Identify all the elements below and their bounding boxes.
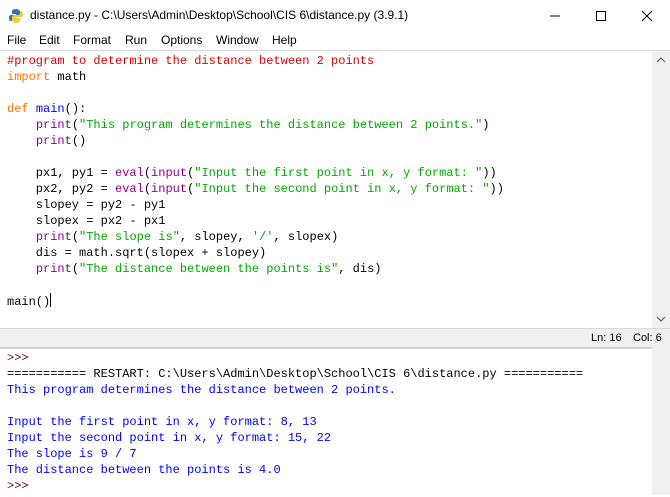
- code-token: px2, py2 =: [7, 182, 116, 196]
- code-token: print: [35, 230, 72, 244]
- code-token: (: [71, 118, 80, 132]
- code-token: import: [7, 70, 51, 84]
- shell-line: >>>: [7, 351, 36, 365]
- text-cursor: [50, 293, 52, 307]
- title-bar[interactable]: distance.py - C:\Users\Admin\Desktop\Sch…: [0, 0, 670, 31]
- code-line: print("The distance between the points i…: [7, 261, 382, 277]
- menu-edit[interactable]: Edit: [39, 33, 60, 47]
- code-token: (): [71, 134, 87, 148]
- menu-format[interactable]: Format: [73, 33, 111, 47]
- close-icon: [641, 10, 653, 22]
- code-token: eval: [115, 166, 144, 180]
- code-editor[interactable]: #program to determine the distance betwe…: [0, 51, 652, 328]
- code-token: print: [35, 134, 72, 148]
- python-idle-icon: [8, 8, 24, 24]
- scroll-up-icon[interactable]: [652, 53, 670, 67]
- code-token: eval: [115, 182, 144, 196]
- code-token: "The slope is": [79, 230, 180, 244]
- close-button[interactable]: [624, 0, 670, 31]
- scroll-down-icon[interactable]: [652, 312, 670, 326]
- code-token: "Input the first point in x, y format: ": [194, 166, 483, 180]
- code-token: , slopex): [273, 230, 339, 244]
- code-line: #program to determine the distance betwe…: [7, 53, 374, 69]
- code-line: def main():: [7, 101, 86, 117]
- code-token: ():: [64, 102, 87, 116]
- code-token: main: [35, 102, 65, 116]
- shell-scrollbar[interactable]: [652, 347, 670, 495]
- maximize-button[interactable]: [578, 0, 624, 31]
- code-token: main(): [7, 295, 51, 309]
- minimize-icon: [550, 15, 560, 17]
- code-token: , slopey,: [179, 230, 252, 244]
- code-line: slopey = py2 - py1: [7, 197, 166, 213]
- menu-file[interactable]: File: [7, 33, 26, 47]
- code-token: dis = math.sqrt(slopex + slopey): [7, 246, 267, 260]
- code-line: main(): [7, 293, 52, 309]
- code-token: slopey = py2 - py1: [7, 198, 166, 212]
- column-number: Col: 6: [633, 332, 662, 344]
- code-token: #program to determine the distance betwe…: [7, 54, 375, 68]
- menu-window[interactable]: Window: [216, 33, 259, 47]
- shell-line: Input the second point in x, y format: 1…: [7, 431, 332, 445]
- code-token: "Input the second point in x, y format: …: [194, 182, 490, 196]
- code-token: math: [50, 70, 87, 84]
- shell-line: The distance between the points is 4.0: [7, 463, 281, 477]
- code-token: (: [143, 166, 152, 180]
- code-token: )): [482, 166, 497, 180]
- code-token: , dis): [338, 262, 382, 276]
- code-line: slopex = px2 - px1: [7, 213, 166, 229]
- maximize-icon: [596, 11, 606, 21]
- code-token: input: [151, 182, 188, 196]
- menu-run[interactable]: Run: [125, 33, 147, 47]
- code-token: print: [35, 262, 72, 276]
- shell-line: =========== RESTART: C:\Users\Admin\Desk…: [7, 367, 584, 381]
- status-bar: Ln: 16 Col: 6: [0, 328, 670, 348]
- shell-line: The slope is 9 / 7: [7, 447, 137, 461]
- code-token: (: [71, 230, 80, 244]
- shell-line: Input the first point in x, y format: 8,…: [7, 415, 317, 429]
- code-token: )): [489, 182, 504, 196]
- code-token: '/': [251, 230, 274, 244]
- code-line: print("This program determines the dista…: [7, 117, 490, 133]
- code-line: print("The slope is", slopey, '/', slope…: [7, 229, 338, 245]
- menu-help[interactable]: Help: [272, 33, 297, 47]
- window-title: distance.py - C:\Users\Admin\Desktop\Sch…: [30, 8, 409, 22]
- code-token: print: [35, 118, 72, 132]
- minimize-button[interactable]: [532, 0, 578, 31]
- code-token: "The distance between the points is": [79, 262, 339, 276]
- menu-options[interactable]: Options: [161, 33, 202, 47]
- editor-scrollbar[interactable]: [652, 51, 670, 328]
- code-token: px1, py1 =: [7, 166, 116, 180]
- code-line: dis = math.sqrt(slopex + slopey): [7, 245, 266, 261]
- code-token: ): [482, 118, 490, 132]
- code-token: (: [71, 262, 80, 276]
- code-token: slopex = px2 - px1: [7, 214, 166, 228]
- line-number: Ln: 16: [591, 332, 622, 344]
- code-token: (: [143, 182, 152, 196]
- shell-line: This program determines the distance bet…: [7, 383, 396, 397]
- code-token: input: [151, 166, 188, 180]
- code-line: print(): [7, 133, 86, 149]
- code-line: px2, py2 = eval(input("Input the second …: [7, 181, 504, 197]
- menu-bar: File Edit Format Run Options Window Help: [0, 31, 670, 50]
- code-line: import math: [7, 69, 86, 85]
- shell-line: >>>: [7, 479, 36, 493]
- code-token: "This program determines the distance be…: [79, 118, 483, 132]
- shell-output[interactable]: >>> =========== RESTART: C:\Users\Admin\…: [0, 347, 652, 497]
- code-line: px1, py1 = eval(input("Input the first p…: [7, 165, 497, 181]
- code-token: def: [7, 102, 29, 116]
